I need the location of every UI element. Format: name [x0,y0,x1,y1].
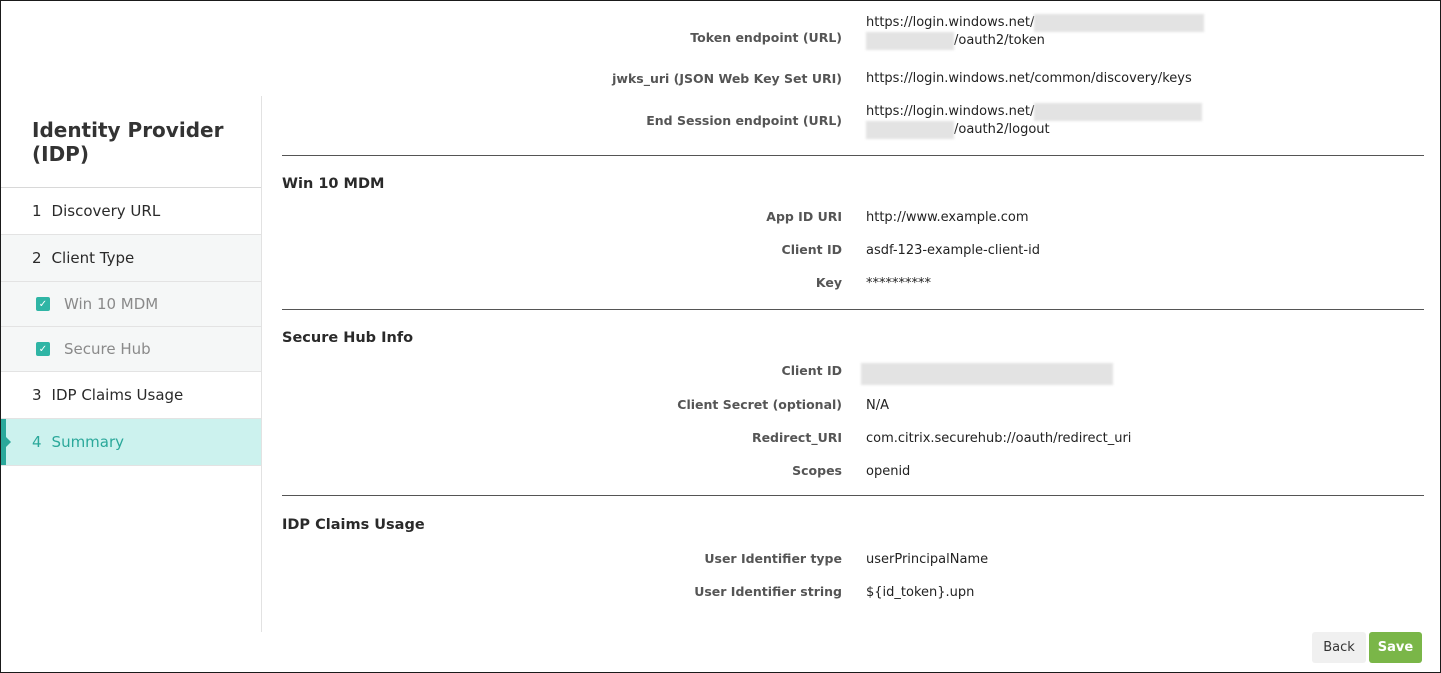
step-label: Discovery URL [51,202,161,220]
value-line: /oauth2/token [954,33,1045,48]
step-number: 2 [32,249,42,267]
section-divider [282,155,1424,156]
nav-sub-win10-mdm[interactable]: ✓ Win 10 MDM [1,282,261,327]
save-button[interactable]: Save [1369,632,1422,663]
field-label: End Session endpoint (URL) [646,113,842,128]
checkbox-checked-icon[interactable]: ✓ [36,297,50,311]
field-label: Scopes [792,463,842,478]
field-value: com.citrix.securehub://oauth/redirect_ur… [866,431,1132,446]
field-value: ********** [866,276,931,291]
nav-sub-secure-hub[interactable]: ✓ Secure Hub [1,327,261,372]
step-label: IDP Claims Usage [51,386,184,404]
field-label: Client ID [781,363,842,378]
step-number: 1 [32,202,42,220]
field-value: N/A [866,398,889,413]
field-value: https://login.windows.net/ /oauth2/token [866,14,1205,50]
sub-label: Win 10 MDM [64,295,159,313]
field-value: http://www.example.com [866,210,1029,225]
field-label: App ID URI [766,209,842,224]
step-number: 4 [32,433,42,451]
field-label: User Identifier type [704,551,842,566]
step-label: Client Type [51,249,135,267]
step-number: 3 [32,386,42,404]
field-value: openid [866,464,911,479]
section-title-win10: Win 10 MDM [282,176,385,192]
field-value: https://login.windows.net/ /oauth2/logou… [866,103,1203,139]
section-title-securehub: Secure Hub Info [282,330,414,346]
redacted-value [1034,103,1203,121]
sidebar-title: Identity Provider (IDP) [1,96,261,188]
wizard-sidebar: Identity Provider (IDP) 1 Discovery URL … [1,96,262,632]
checkbox-checked-icon[interactable]: ✓ [36,342,50,356]
field-value [861,363,1113,385]
nav-step-summary[interactable]: 4 Summary [1,419,261,466]
sub-label: Secure Hub [64,340,151,358]
back-button[interactable]: Back [1312,632,1366,663]
section-divider [282,309,1424,310]
section-title-claims: IDP Claims Usage [282,517,425,533]
redacted-value [866,121,954,139]
field-value: asdf-123-example-client-id [866,243,1040,258]
field-label: Token endpoint (URL) [690,30,842,45]
field-label: Redirect_URI [751,430,842,445]
value-line: https://login.windows.net/ [866,15,1035,30]
nav-step-client-type[interactable]: 2 Client Type [1,235,261,282]
redacted-value [861,363,1113,385]
nav-step-discovery-url[interactable]: 1 Discovery URL [1,188,261,235]
field-label: Key [815,275,842,290]
field-label: User Identifier string [694,584,842,599]
field-value: ${id_token}.upn [866,585,975,600]
field-label: jwks_uri (JSON Web Key Set URI) [612,71,842,86]
step-label: Summary [51,433,125,451]
field-value: https://login.windows.net/common/discove… [866,71,1192,86]
field-value: userPrincipalName [866,552,989,567]
field-label: Client ID [781,242,842,257]
redacted-value [1034,14,1205,32]
redacted-value [866,32,954,50]
value-line: /oauth2/logout [954,122,1050,137]
section-divider [282,495,1424,496]
field-label: Client Secret (optional) [677,397,842,412]
nav-step-idp-claims-usage[interactable]: 3 IDP Claims Usage [1,372,261,419]
value-line: https://login.windows.net/ [866,104,1035,119]
